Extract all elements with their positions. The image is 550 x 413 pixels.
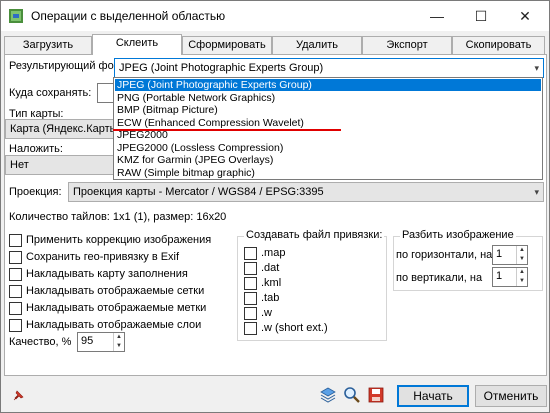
projection-select-value: Проекция карты - Mercator / WGS84 / EPSG… <box>73 186 324 198</box>
projection-select[interactable]: Проекция карты - Mercator / WGS84 / EPSG… <box>68 182 544 202</box>
georef-group: Создавать файл привязки: .map .dat .kml … <box>237 229 387 341</box>
quality-value: 95 <box>81 335 94 347</box>
split-horizontal-spinner[interactable]: 1 ▲ ▼ <box>492 245 528 265</box>
split-group: Разбить изображение по горизонтали, на 1… <box>393 229 543 291</box>
checkbox[interactable] <box>9 234 22 247</box>
spin-up-icon[interactable]: ▲ <box>114 333 124 342</box>
spin-down-icon[interactable]: ▼ <box>517 277 527 286</box>
spin-up-icon[interactable]: ▲ <box>517 246 527 255</box>
save-label: Куда сохранять: <box>9 87 92 99</box>
checkbox[interactable] <box>9 268 22 281</box>
format-select-value: JPEG (Joint Photographic Experts Group) <box>119 62 324 74</box>
zoom-icon[interactable] <box>343 386 361 404</box>
red-underline-annotation <box>113 129 341 131</box>
cancel-button[interactable]: Отменить <box>475 385 547 407</box>
format-option-kmz[interactable]: KMZ for Garmin (JPEG Overlays) <box>115 154 541 166</box>
georef-title: Создавать файл привязки: <box>244 229 385 241</box>
option-fill-map[interactable]: Накладывать карту заполнения <box>9 267 234 283</box>
option-image-correction[interactable]: Применить коррекцию изображения <box>9 233 234 249</box>
chevron-down-icon[interactable]: ▾ <box>534 59 539 77</box>
close-button[interactable]: ✕ <box>503 1 547 31</box>
format-option-png[interactable]: PNG (Portable Network Graphics) <box>115 92 541 104</box>
georef-w-short[interactable]: .w (short ext.) <box>244 321 374 337</box>
checkbox[interactable] <box>244 262 257 275</box>
split-vertical-label: по вертикали, на <box>396 272 483 284</box>
tab-export[interactable]: Экспорт <box>362 36 452 54</box>
tab-copy[interactable]: Скопировать <box>452 36 545 54</box>
checkbox[interactable] <box>244 307 257 320</box>
georef-w[interactable]: .w <box>244 306 374 322</box>
projection-label: Проекция: <box>9 186 62 198</box>
overlay-select-value: Нет <box>10 159 29 171</box>
checkbox[interactable] <box>9 251 22 264</box>
format-option-jpeg2000-lossless[interactable]: JPEG2000 (Lossless Compression) <box>115 142 541 154</box>
spin-down-icon[interactable]: ▼ <box>517 255 527 264</box>
save-icon[interactable] <box>367 386 385 404</box>
tab-merge[interactable]: Склеить <box>92 34 182 55</box>
tab-strip: Загрузить Склеить Сформировать Удалить Э… <box>4 34 548 55</box>
spin-down-icon[interactable]: ▼ <box>114 342 124 351</box>
checkbox[interactable] <box>244 292 257 305</box>
checkbox[interactable] <box>9 285 22 298</box>
format-option-jpeg[interactable]: JPEG (Joint Photographic Experts Group) <box>115 79 541 91</box>
split-vertical-spinner[interactable]: 1 ▲ ▼ <box>492 267 528 287</box>
title-bar: Операции с выделенной областью — ☐ ✕ <box>1 1 549 31</box>
georef-map[interactable]: .map <box>244 246 374 262</box>
format-option-bmp[interactable]: BMP (Bitmap Picture) <box>115 104 541 116</box>
georef-tab[interactable]: .tab <box>244 291 374 307</box>
window-title: Операции с выделенной областью <box>31 9 226 23</box>
georef-kml[interactable]: .kml <box>244 276 374 292</box>
dialog-window: Операции с выделенной областью — ☐ ✕ Заг… <box>0 0 550 413</box>
spin-up-icon[interactable]: ▲ <box>517 268 527 277</box>
tab-load[interactable]: Загрузить <box>4 36 92 54</box>
overlay-label: Наложить: <box>9 143 63 155</box>
pin-icon[interactable] <box>11 389 25 403</box>
checkbox[interactable] <box>9 302 22 315</box>
option-marks[interactable]: Накладывать отображаемые метки <box>9 301 234 317</box>
split-horizontal-label: по горизонтали, на <box>396 249 493 261</box>
minimize-button[interactable]: — <box>415 1 459 31</box>
checkbox[interactable] <box>244 322 257 335</box>
maximize-button[interactable]: ☐ <box>459 1 503 31</box>
quality-spinner[interactable]: 95 ▲ ▼ <box>77 332 125 352</box>
checkbox[interactable] <box>244 277 257 290</box>
option-exif-georef[interactable]: Сохранить гео-привязку в Exif <box>9 250 234 266</box>
format-option-ecw[interactable]: ECW (Enhanced Compression Wavelet) <box>115 117 541 129</box>
checkbox[interactable] <box>244 247 257 260</box>
chevron-down-icon[interactable]: ▾ <box>534 183 539 201</box>
layers-icon[interactable] <box>319 386 337 404</box>
georef-dat[interactable]: .dat <box>244 261 374 277</box>
tab-delete[interactable]: Удалить <box>272 36 362 54</box>
format-select[interactable]: JPEG (Joint Photographic Experts Group) … <box>114 58 544 78</box>
split-title: Разбить изображение <box>400 229 516 241</box>
quality-label: Качество, % <box>9 336 72 348</box>
format-option-raw[interactable]: RAW (Simple bitmap graphic) <box>115 167 541 179</box>
start-button[interactable]: Начать <box>397 385 469 407</box>
option-grids[interactable]: Накладывать отображаемые сетки <box>9 284 234 300</box>
app-icon <box>9 9 23 23</box>
maptype-select-value: Карта (Яндекс.Карты) <box>10 123 122 135</box>
tiles-info: Количество тайлов: 1x1 (1), размер: 16x2… <box>9 211 227 223</box>
tab-generate[interactable]: Сформировать <box>182 36 272 54</box>
checkbox[interactable] <box>9 319 22 332</box>
